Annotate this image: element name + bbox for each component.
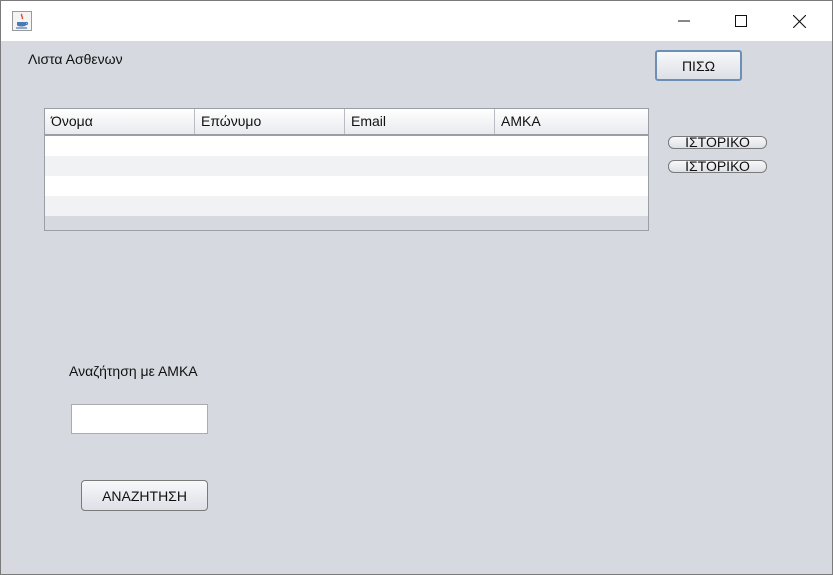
search-amka-label: Αναζήτηση με ΑΜΚΑ [69,363,198,379]
back-button[interactable]: ΠΙΣΩ [655,50,742,81]
table-row[interactable] [45,196,648,216]
column-header-email[interactable]: Email [345,109,495,134]
table-row[interactable] [45,136,648,156]
maximize-icon [735,15,747,27]
table-row[interactable] [45,156,648,176]
history-button-1[interactable]: ΙΣΤΟΡΙΚΟ [668,135,767,149]
minimize-button[interactable] [661,1,707,41]
column-header-amka[interactable]: ΑΜΚΑ [495,109,648,134]
amka-search-input[interactable] [71,404,208,434]
title-bar [1,1,832,41]
search-button[interactable]: ΑΝΑΖΗΤΗΣΗ [81,480,208,511]
column-header-surname[interactable]: Επώνυμο [195,109,345,134]
table-header: Όνομα Επώνυμο Email ΑΜΚΑ [45,109,648,136]
content-panel: Λιστα Ασθενων ΠΙΣΩ Όνομα Επώνυμο Email Α… [1,41,832,574]
close-icon [792,14,806,28]
table-body [45,136,648,216]
maximize-button[interactable] [718,1,764,41]
java-app-icon [12,11,32,31]
minimize-icon [678,20,690,22]
close-button[interactable] [776,1,822,41]
patient-list-title: Λιστα Ασθενων [28,51,123,67]
patients-table: Όνομα Επώνυμο Email ΑΜΚΑ [44,108,649,231]
history-button-2[interactable]: ΙΣΤΟΡΙΚΟ [668,159,767,173]
table-row[interactable] [45,176,648,196]
app-window: Λιστα Ασθενων ΠΙΣΩ Όνομα Επώνυμο Email Α… [0,0,833,575]
column-header-name[interactable]: Όνομα [45,109,195,134]
